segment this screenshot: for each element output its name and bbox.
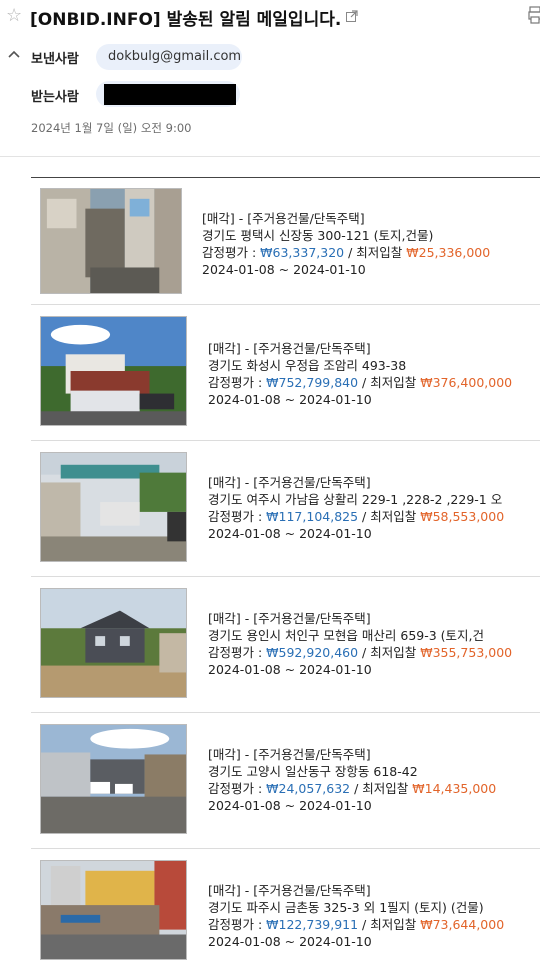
listing-category: [매각] - [주거용건물/단독주택]: [208, 747, 371, 762]
listing-category: [매각] - [주거용건물/단독주택]: [208, 611, 371, 626]
appraisal-value: ₩117,104,825: [266, 509, 359, 524]
listing-photo[interactable]: [40, 860, 187, 960]
listing-info: [매각] - [주거용건물/단독주택] 경기도 화성시 우정읍 조암리 493-…: [208, 340, 512, 408]
listing-price-line: 감정평가 : ₩752,799,840 / 최저입찰 ₩376,400,000: [208, 375, 513, 390]
to-label: 받는사람: [31, 90, 79, 105]
from-label: 보낸사람: [31, 52, 79, 67]
print-icon[interactable]: [528, 6, 540, 24]
listing-price-line: 감정평가 : ₩117,104,825 / 최저입찰 ₩58,553,000: [208, 509, 505, 524]
listing-info: [매각] - [주거용건물/단독주택] 경기도 용인시 처인구 모현읍 매산리 …: [208, 610, 512, 678]
listing-address[interactable]: 경기도 평택시 신장동 300-121 (토지,건물): [202, 227, 490, 244]
listing-price-line: 감정평가 : ₩63,337,320 / 최저입찰 ₩25,336,000: [202, 245, 491, 260]
listing-period: 2024-01-08 ~ 2024-01-10: [208, 798, 372, 813]
listing-period: 2024-01-08 ~ 2024-01-10: [208, 392, 372, 407]
listing-photo[interactable]: [40, 588, 187, 698]
open-in-new-window-icon[interactable]: [346, 10, 358, 22]
chevron-up-icon[interactable]: [8, 49, 20, 59]
listing-divider: [31, 712, 540, 713]
listing-price-line: 감정평가 : ₩24,057,632 / 최저입찰 ₩14,435,000: [208, 781, 497, 796]
listing-category: [매각] - [주거용건물/단독주택]: [202, 211, 365, 226]
listing-address[interactable]: 경기도 화성시 우정읍 조암리 493-38: [208, 357, 512, 374]
listing-address[interactable]: 경기도 고양시 일산동구 장항동 618-42: [208, 763, 496, 780]
listing-divider: [31, 576, 540, 577]
appraisal-value: ₩122,739,911: [266, 917, 359, 932]
min-bid-value: ₩25,336,000: [406, 245, 491, 260]
listing-info: [매각] - [주거용건물/단독주택] 경기도 평택시 신장동 300-121 …: [202, 210, 490, 278]
listing-info: [매각] - [주거용건물/단독주택] 경기도 여주시 가남읍 상활리 229-…: [208, 474, 504, 542]
from-address-chip[interactable]: dokbulg@gmail.com: [96, 44, 242, 70]
min-bid-value: ₩376,400,000: [420, 375, 513, 390]
redacted-recipient: [104, 84, 236, 105]
listing-period: 2024-01-08 ~ 2024-01-10: [208, 662, 372, 677]
listing-divider: [31, 440, 540, 441]
min-bid-value: ₩355,753,000: [420, 645, 513, 660]
listing-divider: [31, 848, 540, 849]
listing-period: 2024-01-08 ~ 2024-01-10: [202, 262, 366, 277]
listing-period: 2024-01-08 ~ 2024-01-10: [208, 934, 372, 949]
min-bid-value: ₩58,553,000: [420, 509, 505, 524]
appraisal-value: ₩63,337,320: [260, 245, 345, 260]
appraisal-value: ₩24,057,632: [266, 781, 351, 796]
star-icon[interactable]: ☆: [6, 6, 26, 26]
header-divider: [0, 156, 540, 157]
content-top-rule: [31, 177, 540, 178]
listing-photo[interactable]: [40, 452, 187, 562]
listing-address[interactable]: 경기도 파주시 금촌동 325-3 외 1필지 (토지) (건물): [208, 899, 504, 916]
listing-address[interactable]: 경기도 용인시 처인구 모현읍 매산리 659-3 (토지,건: [208, 627, 512, 644]
listing-period: 2024-01-08 ~ 2024-01-10: [208, 526, 372, 541]
listing-price-line: 감정평가 : ₩592,920,460 / 최저입찰 ₩355,753,000: [208, 645, 513, 660]
listing-photo[interactable]: [40, 724, 187, 834]
listing-info: [매각] - [주거용건물/단독주택] 경기도 파주시 금촌동 325-3 외 …: [208, 882, 504, 950]
listing-address[interactable]: 경기도 여주시 가남읍 상활리 229-1 ,228-2 ,229-1 오: [208, 491, 504, 508]
appraisal-value: ₩592,920,460: [266, 645, 359, 660]
listing-category: [매각] - [주거용건물/단독주택]: [208, 883, 371, 898]
email-header: ☆ [ONBID.INFO] 발송된 알림 메일입니다. 보낸사람 dokbul…: [0, 0, 540, 150]
email-subject: [ONBID.INFO] 발송된 알림 메일입니다.: [30, 10, 342, 30]
email-date: 2024년 1월 7일 (일) 오전 9:00: [31, 121, 192, 135]
listing-price-line: 감정평가 : ₩122,739,911 / 최저입찰 ₩73,644,000: [208, 917, 505, 932]
listing-divider: [31, 304, 540, 305]
listing-category: [매각] - [주거용건물/단독주택]: [208, 475, 371, 490]
appraisal-value: ₩752,799,840: [266, 375, 359, 390]
listing-photo[interactable]: [40, 188, 182, 294]
min-bid-value: ₩73,644,000: [420, 917, 505, 932]
listing-photo[interactable]: [40, 316, 187, 426]
listing-category: [매각] - [주거용건물/단독주택]: [208, 341, 371, 356]
listing-info: [매각] - [주거용건물/단독주택] 경기도 고양시 일산동구 장항동 618…: [208, 746, 496, 814]
min-bid-value: ₩14,435,000: [412, 781, 497, 796]
